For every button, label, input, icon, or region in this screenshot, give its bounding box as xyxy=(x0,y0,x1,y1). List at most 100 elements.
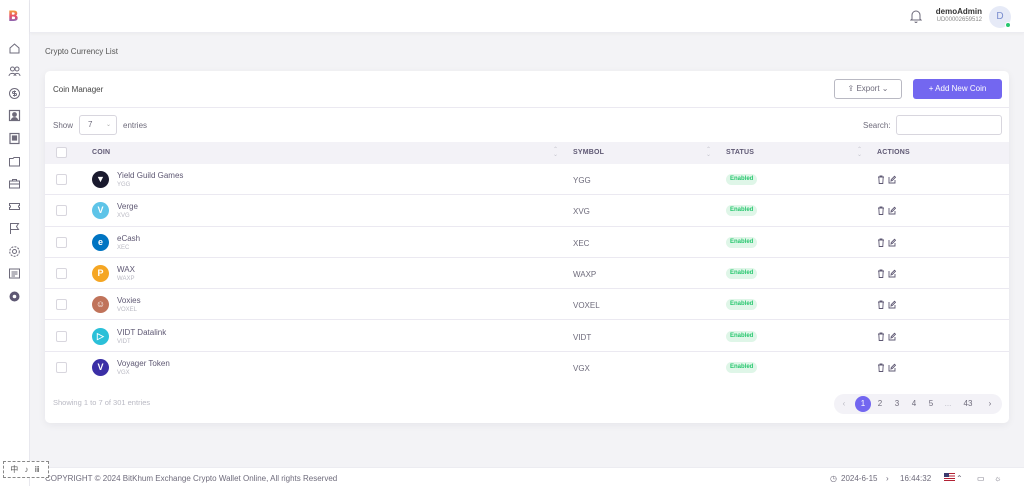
sort-icon[interactable]: ⌃ ⌄ xyxy=(706,147,711,158)
dollar-icon[interactable] xyxy=(8,87,21,100)
briefcase-icon[interactable] xyxy=(8,177,21,190)
footer-date: 2024-6-15 xyxy=(841,474,878,483)
delete-icon[interactable] xyxy=(877,206,885,216)
coin-logo-icon: V xyxy=(92,358,109,376)
next-page-button[interactable]: › xyxy=(982,396,998,412)
page-title: Crypto Currency List xyxy=(45,47,118,56)
chevron-down-icon: ⌄ xyxy=(105,122,111,128)
page-button-1[interactable]: 1 xyxy=(855,396,871,412)
page-button-4[interactable]: 4 xyxy=(906,396,922,412)
gear-icon[interactable] xyxy=(8,290,21,303)
search-input[interactable] xyxy=(896,115,1002,135)
page-button-43[interactable]: 43 xyxy=(960,396,976,412)
avatar[interactable]: D xyxy=(989,6,1011,28)
flag-icon[interactable] xyxy=(8,222,21,235)
row-checkbox[interactable] xyxy=(56,330,67,342)
screen-icon[interactable]: ▭ xyxy=(977,474,985,483)
search-label: Search: xyxy=(863,121,891,130)
clock-icon: ◷ xyxy=(830,474,837,483)
edit-icon[interactable] xyxy=(888,206,896,215)
user-name[interactable]: demoAdmin xyxy=(936,7,982,16)
row-checkbox[interactable] xyxy=(56,236,67,248)
table-row: V Verge XVG XVG Enabled xyxy=(45,195,1009,227)
footer-time: 16:44:32 xyxy=(900,474,932,483)
sidebar: B xyxy=(0,0,30,486)
app-logo[interactable]: B xyxy=(8,9,20,25)
status-badge: Enabled xyxy=(726,299,758,311)
message-icon[interactable] xyxy=(8,267,21,280)
users-icon[interactable] xyxy=(8,65,21,78)
edit-icon[interactable] xyxy=(888,300,896,309)
coin-name: Verge xyxy=(117,202,138,212)
coin-name: Yield Guild Games xyxy=(117,171,184,180)
sort-icon[interactable]: ⌃ ⌄ xyxy=(857,147,862,158)
column-header-symbol[interactable]: SYMBOL xyxy=(573,149,604,156)
edit-icon[interactable] xyxy=(888,238,896,247)
folder-icon[interactable] xyxy=(8,155,21,168)
chevron-up-icon[interactable]: ⌃ xyxy=(956,474,963,483)
status-badge: Enabled xyxy=(726,361,758,373)
pagination-info: Showing 1 to 7 of 301 entries xyxy=(53,398,151,407)
notification-bell-icon[interactable] xyxy=(910,9,922,23)
edit-icon[interactable] xyxy=(888,332,896,341)
delete-icon[interactable] xyxy=(877,300,885,310)
entries-select[interactable]: 7 ⌄ xyxy=(79,115,117,135)
edit-icon[interactable] xyxy=(888,269,896,278)
table-row: e eCash XEC XEC Enabled xyxy=(45,227,1009,258)
sort-icon[interactable]: ⌃ ⌄ xyxy=(553,147,558,158)
coin-logo-icon: ▷ xyxy=(92,327,109,345)
column-header-actions: ACTIONS xyxy=(877,149,910,156)
row-checkbox[interactable] xyxy=(56,174,67,185)
edit-icon[interactable] xyxy=(888,175,896,184)
coin-symbol: VOXEL xyxy=(573,301,600,311)
column-header-status[interactable]: STATUS xyxy=(726,149,754,156)
avatar-letter: D xyxy=(996,11,1004,22)
delete-icon[interactable] xyxy=(877,363,885,372)
coin-symbol: XVG xyxy=(573,207,590,217)
prev-page-button[interactable]: ‹ xyxy=(836,396,852,412)
coin-code: VOXEL xyxy=(117,307,138,314)
row-checkbox[interactable] xyxy=(56,267,67,279)
add-new-coin-button[interactable]: + Add New Coin xyxy=(913,79,1002,99)
status-badge: Enabled xyxy=(726,267,758,279)
status-badge: Enabled xyxy=(726,205,758,217)
divider xyxy=(45,107,1009,108)
row-checkbox[interactable] xyxy=(56,205,67,217)
delete-icon[interactable] xyxy=(877,175,885,184)
home-icon[interactable] xyxy=(8,42,21,55)
page-ellipsis: ... xyxy=(944,399,952,408)
sun-icon[interactable]: ☼ xyxy=(994,474,1001,483)
online-status-dot xyxy=(1005,22,1011,28)
coin-name: VIDT Datalink xyxy=(117,327,167,337)
delete-icon[interactable] xyxy=(877,238,885,247)
table-row: P WAX WAXP WAXP Enabled xyxy=(45,258,1009,290)
user-card-icon[interactable] xyxy=(8,109,21,122)
status-badge: Enabled xyxy=(726,330,758,342)
us-flag-icon[interactable] xyxy=(944,473,955,481)
document-icon[interactable] xyxy=(8,132,21,145)
page-button-5[interactable]: 5 xyxy=(923,396,939,412)
row-checkbox[interactable] xyxy=(56,361,67,373)
top-navbar: demoAdmin UD00002659512 D xyxy=(30,0,1024,33)
input-method-toolbar[interactable]: 中 ♪ ⅲ xyxy=(3,461,49,478)
coin-name: eCash xyxy=(117,233,141,243)
coin-name: WAX xyxy=(117,264,135,274)
page-button-2[interactable]: 2 xyxy=(872,396,888,412)
select-all-checkbox[interactable] xyxy=(56,147,67,158)
column-header-coin[interactable]: COIN xyxy=(92,149,110,156)
page-button-3[interactable]: 3 xyxy=(889,396,905,412)
coin-code: VIDT xyxy=(117,338,131,345)
coin-symbol: VGX xyxy=(573,363,590,373)
delete-icon[interactable] xyxy=(877,269,885,278)
edit-icon[interactable] xyxy=(888,363,896,372)
delete-icon[interactable] xyxy=(877,332,885,341)
row-checkbox[interactable] xyxy=(56,299,67,311)
export-button[interactable]: ⇪ Export ⌄ xyxy=(834,79,902,99)
coin-name: Voxies xyxy=(117,296,141,306)
settings-icon[interactable] xyxy=(8,245,21,258)
coin-code: WAXP xyxy=(117,275,135,282)
ticket-icon[interactable] xyxy=(8,200,21,213)
show-label: Show xyxy=(53,121,74,130)
coin-logo-icon: ▼ xyxy=(92,171,109,188)
coin-symbol: WAXP xyxy=(573,269,597,279)
